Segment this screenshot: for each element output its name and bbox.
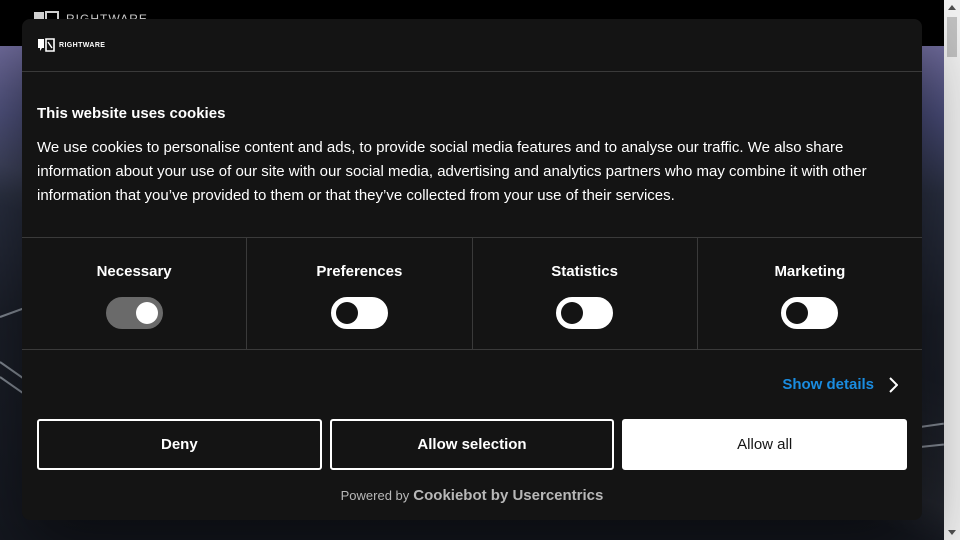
marketing-toggle[interactable] — [781, 297, 839, 329]
cookiebot-link[interactable]: Cookiebot by Usercentrics — [413, 487, 603, 504]
category-label: Marketing — [774, 263, 846, 280]
category-label: Statistics — [551, 263, 618, 280]
powered-by-prefix: Powered by — [340, 488, 410, 503]
cookie-consent-dialog: RIGHTWARE This website uses cookies We u… — [22, 19, 922, 520]
deny-button[interactable]: Deny — [37, 419, 322, 470]
category-preferences: Preferences — [247, 238, 473, 349]
allow-selection-button[interactable]: Allow selection — [329, 419, 615, 470]
dialog-description: We use cookies to personalise content an… — [37, 139, 867, 204]
category-statistics: Statistics — [473, 238, 698, 349]
rightware-logo-icon — [38, 38, 55, 52]
toggle-knob — [135, 302, 158, 324]
dialog-header: RIGHTWARE — [22, 19, 922, 72]
toggle-knob — [335, 302, 358, 324]
scrollbar-thumb[interactable] — [947, 17, 957, 57]
dialog-brand-logo: RIGHTWARE — [37, 38, 105, 52]
page-scrollbar[interactable] — [944, 0, 960, 540]
dialog-body: This website uses cookies We use cookies… — [22, 72, 922, 237]
dialog-title: This website uses cookies — [37, 105, 226, 122]
category-label: Necessary — [96, 263, 172, 280]
hero-streak — [919, 422, 944, 428]
toggle-knob — [561, 302, 584, 324]
dialog-brand-text: RIGHTWARE — [59, 41, 106, 49]
show-details-link[interactable]: Show details — [782, 376, 898, 393]
category-marketing: Marketing — [698, 238, 922, 349]
toggle-knob — [786, 302, 809, 324]
chevron-right-icon — [888, 376, 898, 393]
cookie-categories: Necessary Preferences Statistics Marketi… — [22, 237, 922, 350]
show-details-label: Show details — [782, 376, 874, 393]
necessary-toggle[interactable] — [105, 297, 163, 329]
details-row: Show details — [22, 350, 922, 419]
category-necessary: Necessary — [22, 238, 248, 349]
powered-by: Powered by Cookiebot by Usercentrics — [22, 487, 922, 504]
scroll-up-arrow-icon[interactable] — [948, 5, 956, 10]
consent-buttons: Deny Allow selection Allow all — [22, 419, 922, 470]
hero-streak — [919, 443, 944, 448]
category-label: Preferences — [316, 263, 403, 280]
allow-all-button[interactable]: Allow all — [622, 419, 908, 470]
scroll-down-arrow-icon[interactable] — [948, 530, 956, 535]
preferences-toggle[interactable] — [330, 297, 388, 329]
statistics-toggle[interactable] — [556, 297, 614, 329]
